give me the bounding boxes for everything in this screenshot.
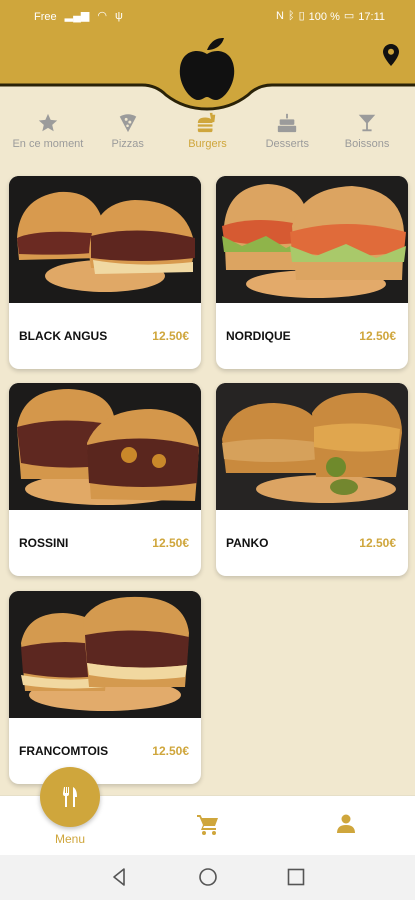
menu-button[interactable] — [40, 767, 100, 827]
recents-icon[interactable] — [285, 866, 307, 888]
product-name: BLACK ANGUS — [19, 329, 108, 343]
home-icon[interactable] — [197, 866, 219, 888]
tab-label: Pizzas — [111, 138, 144, 150]
category-tabs: En ce moment Pizzas Burgers Desserts Boi… — [0, 112, 415, 162]
location-pin-icon[interactable] — [383, 44, 399, 66]
product-name: FRANCOMTOIS — [19, 744, 109, 758]
signal-icon: ▂▄▆ — [64, 10, 90, 22]
wifi-icon: ◠ — [97, 10, 107, 22]
menu-label[interactable]: Menu — [40, 832, 100, 846]
profile-icon[interactable] — [336, 814, 356, 834]
clock: 17:11 — [358, 10, 385, 23]
status-bar: Free ▂▄▆ ◠ ψ N ᛒ ▯ 100 % ▭ 17:11 — [0, 0, 415, 33]
product-price: 12.50€ — [359, 329, 396, 343]
tab-boissons[interactable]: Boissons — [327, 112, 407, 162]
product-name: NORDIQUE — [226, 329, 291, 343]
product-price: 12.50€ — [152, 329, 189, 343]
burger-icon — [198, 112, 216, 133]
battery-level: 100 % — [308, 10, 340, 23]
product-card-francomtois[interactable]: FRANCOMTOIS 12.50€ — [9, 591, 201, 784]
usb-icon: ψ — [114, 10, 123, 22]
product-image — [9, 176, 201, 303]
tab-label: Boissons — [344, 138, 390, 150]
vibrate-icon: ▯ — [298, 10, 305, 22]
cocktail-icon — [358, 114, 376, 132]
product-card-rossini[interactable]: ROSSINI 12.50€ — [9, 383, 201, 576]
apple-logo-icon[interactable] — [176, 36, 238, 102]
back-icon[interactable] — [108, 866, 130, 888]
tab-label: Burgers — [188, 138, 227, 150]
product-name: PANKO — [226, 536, 269, 550]
tab-label: En ce moment — [12, 138, 84, 150]
cart-icon[interactable] — [196, 814, 220, 836]
product-price: 12.50€ — [152, 536, 189, 550]
pizza-icon — [119, 114, 136, 133]
tab-burgers[interactable]: Burgers — [168, 112, 248, 162]
product-image — [216, 383, 408, 510]
nfc-icon: N — [276, 10, 284, 22]
product-image — [9, 383, 201, 510]
tab-en-ce-moment[interactable]: En ce moment — [8, 112, 88, 162]
battery-icon: ▭ — [343, 10, 355, 22]
product-name: ROSSINI — [19, 536, 69, 550]
product-card-black-angus[interactable]: BLACK ANGUS 12.50€ — [9, 176, 201, 369]
product-image — [9, 591, 201, 718]
product-card-panko[interactable]: PANKO 12.50€ — [216, 383, 408, 576]
cake-icon — [278, 113, 297, 133]
system-nav-bar — [0, 855, 415, 900]
tab-desserts[interactable]: Desserts — [247, 112, 327, 162]
tab-label: Desserts — [265, 138, 309, 150]
fork-knife-icon — [63, 787, 77, 807]
product-price: 12.50€ — [152, 744, 189, 758]
carrier-name: Free — [34, 10, 57, 23]
product-price: 12.50€ — [359, 536, 396, 550]
tab-pizzas[interactable]: Pizzas — [88, 112, 168, 162]
bluetooth-icon: ᛒ — [288, 10, 295, 22]
product-image — [216, 176, 408, 303]
star-icon — [38, 113, 58, 132]
product-card-nordique[interactable]: NORDIQUE 12.50€ — [216, 176, 408, 369]
